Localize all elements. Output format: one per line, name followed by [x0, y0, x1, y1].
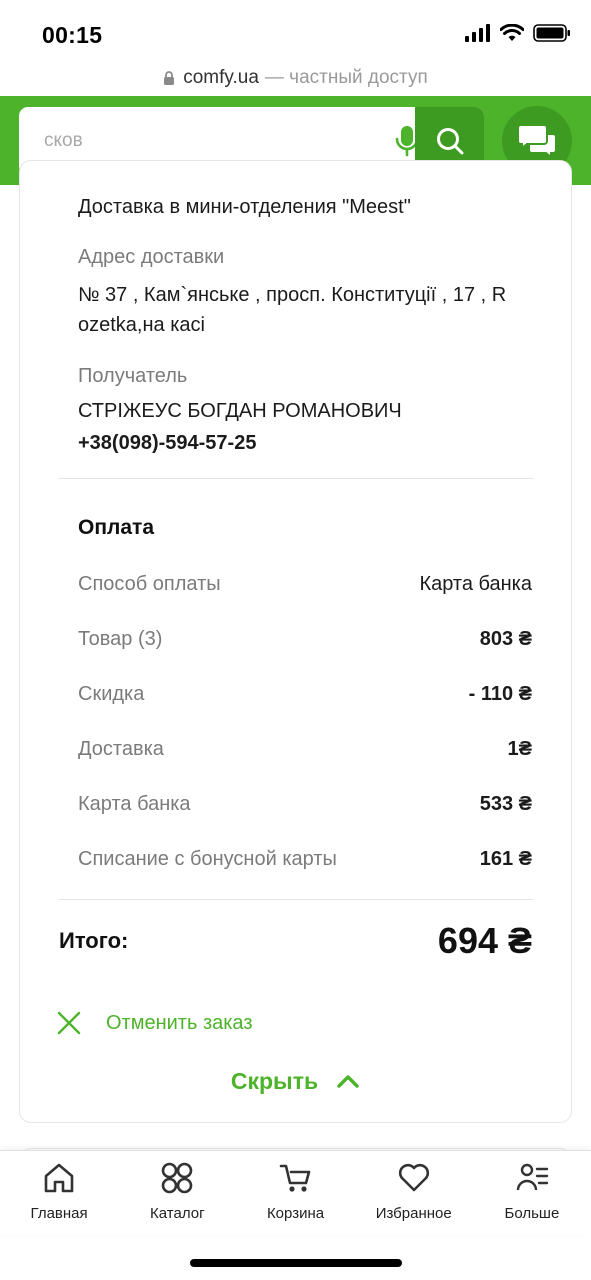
- nav-label: Больше: [504, 1205, 560, 1222]
- recipient-name: СТРІЖЕУС БОГДАН РОМАНОВИЧ: [78, 400, 402, 422]
- payment-row-bank-card: Карта банка 533 ₴: [78, 789, 532, 819]
- wifi-icon: [500, 24, 524, 41]
- chat-icon: [517, 124, 557, 158]
- chevron-up-icon: [336, 1074, 360, 1088]
- cancel-order-button[interactable]: Отменить заказ: [56, 1006, 253, 1040]
- more-icon: [516, 1163, 549, 1191]
- nav-item-favorites[interactable]: Избранное: [355, 1151, 473, 1235]
- payment-row-label: Скидка: [78, 682, 145, 705]
- payment-row-discount: Скидка - 110 ₴: [78, 679, 532, 709]
- nav-item-more[interactable]: Больше: [473, 1151, 591, 1235]
- private-access-note: — частный доступ: [264, 67, 428, 88]
- battery-icon: [533, 24, 570, 42]
- hide-details-label: Скрыть: [230, 1067, 319, 1094]
- payment-section-title: Оплата: [78, 516, 155, 539]
- total-value: 694 ₴: [437, 920, 532, 961]
- status-time: 00:15: [42, 22, 103, 48]
- payment-row-label: Товар (3): [78, 627, 163, 650]
- payment-row-label: Способ оплаты: [78, 572, 221, 595]
- url-domain: comfy.ua: [183, 67, 259, 88]
- payment-row-value: - 110 ₴: [468, 682, 532, 705]
- heart-icon: [398, 1163, 429, 1192]
- search-icon: [436, 128, 463, 155]
- nav-label: Избранное: [375, 1205, 452, 1222]
- catalog-icon: [161, 1162, 193, 1194]
- delivery-method: Доставка в мини-отделения "Meest": [78, 196, 411, 218]
- home-indicator: [190, 1259, 402, 1267]
- payment-row-method: Способ оплаты Карта банка: [78, 569, 532, 599]
- payment-row-value: 1₴: [507, 737, 532, 760]
- status-icons: [465, 24, 571, 42]
- payment-row-delivery: Доставка 1₴: [78, 734, 532, 764]
- total-label: Итого:: [59, 928, 129, 953]
- delivery-address-line: ozetka,на касі: [78, 314, 205, 336]
- lock-icon: [163, 70, 175, 86]
- home-icon: [44, 1163, 74, 1193]
- delivery-address-label: Адрес доставки: [78, 246, 225, 268]
- payment-row-value: 161 ₴: [479, 847, 532, 870]
- cancel-order-label: Отменить заказ: [106, 1011, 253, 1034]
- url-bar[interactable]: comfy.ua — частный доступ: [0, 60, 591, 96]
- nav-label: Каталог: [150, 1205, 205, 1222]
- delivery-address-line: № 37 , Кам`янське , просп. Конституції ,…: [78, 284, 507, 306]
- recipient-phone: +38(098)-594-57-25: [78, 432, 257, 454]
- divider: [59, 899, 533, 900]
- close-icon: [57, 1011, 81, 1035]
- nav-label: Главная: [30, 1205, 88, 1222]
- payment-row-goods: Товар (3) 803 ₴: [78, 624, 532, 654]
- payment-row-label: Списание с бонусной карты: [78, 847, 337, 870]
- bottom-navigation: Главная Каталог Корзина Избранное Больше: [0, 1150, 591, 1235]
- payment-row-label: Карта банка: [78, 792, 191, 815]
- cellular-signal-icon: [465, 24, 490, 42]
- nav-item-catalog[interactable]: Каталог: [118, 1151, 236, 1235]
- recipient-label: Получатель: [78, 365, 188, 387]
- nav-item-home[interactable]: Главная: [0, 1151, 118, 1235]
- nav-item-cart[interactable]: Корзина: [236, 1151, 354, 1235]
- payment-row-bonus-card: Списание с бонусной карты 161 ₴: [78, 844, 532, 874]
- divider: [59, 478, 533, 479]
- payment-row-label: Доставка: [78, 737, 164, 760]
- payment-row-value: 803 ₴: [479, 627, 532, 650]
- payment-row-value: 533 ₴: [479, 792, 532, 815]
- payment-row-value: Карта банка: [419, 572, 532, 595]
- hide-details-button[interactable]: Скрыть: [0, 1063, 591, 1099]
- status-bar: 00:15: [0, 0, 591, 60]
- cart-icon: [279, 1164, 310, 1192]
- nav-label: Корзина: [266, 1205, 325, 1222]
